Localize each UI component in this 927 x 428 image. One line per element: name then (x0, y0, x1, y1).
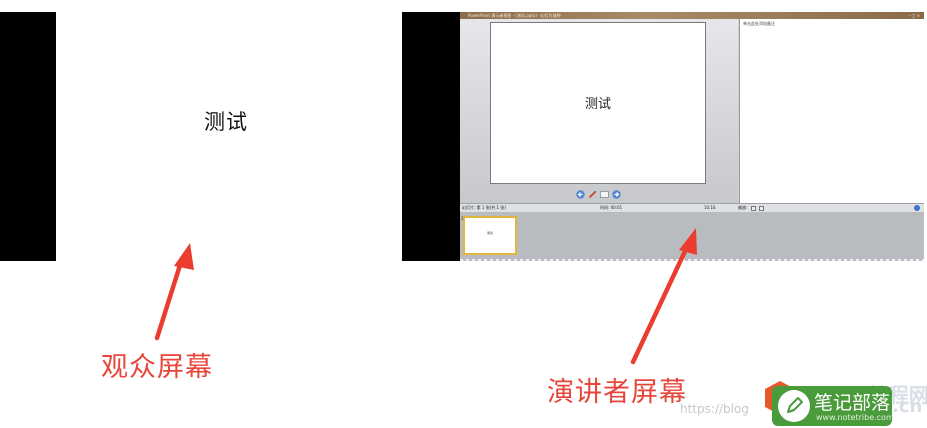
cn-watermark: .cn (892, 396, 923, 417)
notetribe-url: www.notetribe.com (816, 413, 894, 422)
audience-slide (56, 12, 396, 261)
pen-tool-button[interactable] (588, 190, 597, 199)
audience-slide-title: 测试 (204, 110, 248, 134)
zoom-in-button[interactable] (758, 205, 764, 211)
presenter-view-window: PowerPoint 演示者视图 - [测试.pptx] - 幻灯片放映 – □… (460, 12, 924, 261)
audience-screen-caption: 观众屏幕 (101, 352, 213, 383)
presenter-screen-black-margin (402, 12, 460, 261)
zoom-label: 缩放: (738, 205, 748, 210)
blog-watermark: https://blog (680, 402, 749, 416)
arrow-right-icon (612, 189, 621, 199)
slide-thumbnail-text: 测试 (486, 231, 493, 235)
slide-thumbnail-number: 1 (461, 216, 464, 221)
elapsed-time: 时间: 00:01 (600, 205, 623, 210)
zoom-control: 缩放: (738, 204, 764, 212)
zoom-out-button[interactable] (750, 205, 756, 211)
slide-thumbnail[interactable] (463, 216, 517, 255)
notetribe-name: 笔记部落 (814, 392, 891, 414)
slide-thumbnail-strip (460, 212, 924, 261)
previous-slide-button[interactable] (576, 189, 585, 199)
speaker-notes-pane[interactable] (739, 19, 924, 211)
help-icon[interactable] (914, 205, 920, 211)
pencil-icon (787, 397, 803, 413)
window-title: PowerPoint 演示者视图 - [测试.pptx] - 幻灯片放映 (468, 13, 561, 18)
presenter-status-bar: 幻灯片: 第 1 张(共 1 张) 时间: 00:01 10:16 缩放: (460, 203, 924, 212)
clock: 10:16 (704, 205, 716, 210)
slide-menu-button[interactable] (600, 190, 609, 199)
presenter-screen-caption: 演讲者屏幕 (547, 377, 687, 408)
window-controls[interactable]: – □ × (908, 13, 920, 18)
current-slide-title: 测试 (584, 97, 611, 112)
next-slide-button[interactable] (612, 189, 621, 199)
speaker-notes-text: 单击此处添加备注 (743, 21, 775, 26)
presenter-titlebar: PowerPoint 演示者视图 - [测试.pptx] - 幻灯片放映 (460, 12, 924, 19)
strip-bottom-edge (460, 259, 924, 261)
screen-icon (600, 190, 609, 198)
audience-screen-black-margin (0, 12, 56, 261)
notetribe-logo (778, 390, 810, 422)
slide-counter: 幻灯片: 第 1 张(共 1 张) (462, 205, 506, 210)
pen-icon (588, 190, 597, 198)
slide-navigation-bar (576, 189, 621, 199)
arrow-left-icon (576, 189, 585, 199)
